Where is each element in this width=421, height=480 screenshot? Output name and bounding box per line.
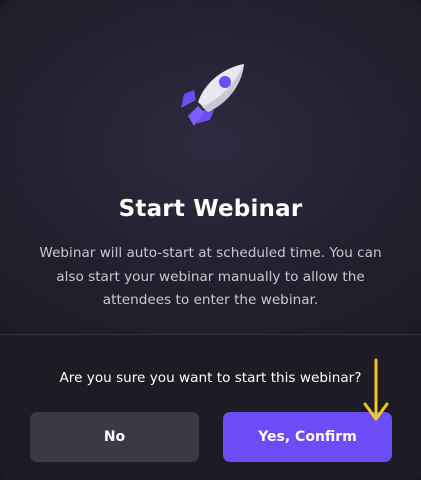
rocket-icon [181,64,244,126]
dialog-header: Start Webinar Webinar will auto-start at… [0,0,421,334]
dialog-title: Start Webinar [118,196,303,222]
no-button[interactable]: No [30,412,199,462]
start-webinar-dialog: Start Webinar Webinar will auto-start at… [0,0,421,480]
arrow-down-icon [363,358,389,421]
dialog-description: Webinar will auto-start at scheduled tim… [39,245,382,308]
confirmation-question: Are you sure you want to start this webi… [59,370,362,386]
